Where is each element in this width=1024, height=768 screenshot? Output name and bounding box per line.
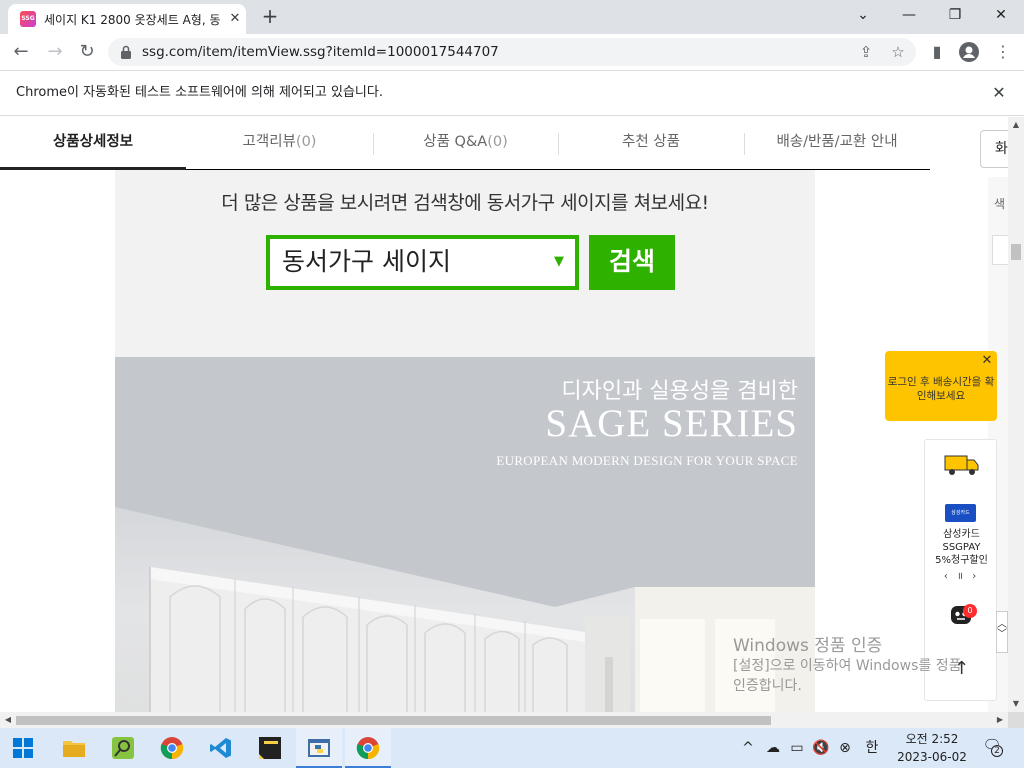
tab-label: 배송/반품/교환 안내 bbox=[776, 134, 898, 150]
promo-carousel-controls: ‹ ॥ › bbox=[925, 568, 998, 582]
activation-watermark-text: [설정]으로 이동하여 Windows를 정품 인증합니다. bbox=[733, 656, 961, 696]
banner-subtitle: EUROPEAN MODERN DESIGN FOR YOUR SPACE bbox=[496, 453, 798, 468]
side-panel-icon[interactable]: ▮ bbox=[922, 37, 952, 67]
sticky-notes-icon[interactable] bbox=[247, 728, 293, 768]
card-promo-line: 삼성카드 bbox=[943, 529, 980, 540]
tab-close-icon[interactable]: ✕ bbox=[226, 10, 244, 28]
horizontal-scroll-thumb[interactable] bbox=[16, 716, 771, 725]
profile-avatar-icon[interactable] bbox=[954, 37, 984, 67]
tab-product-detail[interactable]: 상품상세정보 bbox=[0, 117, 186, 170]
tab-title: 세이지 K1 2800 옷장세트 A형, 동서가구 bbox=[44, 13, 220, 27]
scroll-up-arrow-icon[interactable]: ▲ bbox=[1008, 117, 1024, 133]
reload-icon[interactable]: ↻ bbox=[72, 37, 102, 67]
taskbar-clock[interactable]: 오전 2:52 2023-06-02 bbox=[896, 730, 968, 766]
infobar-close-icon[interactable]: ✕ bbox=[986, 71, 1012, 115]
file-explorer-icon[interactable] bbox=[51, 728, 97, 768]
windows-logo-icon bbox=[13, 738, 33, 758]
product-tab-menu: 상품상세정보 고객리뷰(0) 상품 Q&A(0) 추천 상품 배송/반품/교환 … bbox=[0, 117, 930, 170]
lock-icon[interactable] bbox=[120, 44, 132, 60]
prev-icon[interactable]: ‹ bbox=[944, 571, 951, 582]
banner-title: SAGE SERIES bbox=[545, 402, 798, 445]
scroll-down-arrow-icon[interactable]: ▼ bbox=[1008, 696, 1024, 712]
side-select[interactable] bbox=[992, 235, 1008, 265]
watermark-line: [설정]으로 이동하여 Windows를 정품 bbox=[733, 658, 962, 674]
forward-icon[interactable]: → bbox=[40, 37, 70, 67]
vscode-icon[interactable] bbox=[198, 728, 244, 768]
scrollbar-corner bbox=[1008, 712, 1024, 728]
automation-infobar: Chrome이 자동화된 테스트 소프트웨어에 의해 제어되고 있습니다. ✕ bbox=[0, 70, 1024, 116]
close-window-button[interactable]: ✕ bbox=[978, 0, 1024, 30]
page-viewport: 상품상세정보 고객리뷰(0) 상품 Q&A(0) 추천 상품 배송/반품/교환 … bbox=[0, 117, 1008, 712]
card-promo-text[interactable]: 삼성카드 SSGPAY 5%청구할인 bbox=[925, 528, 998, 567]
address-bar[interactable]: ssg.com/item/itemView.ssg?itemId=1000017… bbox=[108, 38, 916, 66]
samsung-card-icon[interactable]: 삼성카드 bbox=[945, 504, 976, 522]
clock-time: 오전 2:52 bbox=[905, 732, 959, 746]
tab-label: 고객리뷰 bbox=[242, 134, 296, 150]
tab-search-icon[interactable]: ⌄ bbox=[840, 0, 886, 30]
notification-count: 2 bbox=[991, 745, 1003, 757]
delivery-truck-icon[interactable] bbox=[944, 450, 980, 478]
tab-label: 상품상세정보 bbox=[52, 134, 134, 150]
scroll-right-arrow-icon[interactable]: ▶ bbox=[992, 712, 1008, 728]
search-promo-box: 더 많은 상품을 보시려면 검색창에 동서가구 세이지를 쳐보세요! 동서가구 … bbox=[115, 170, 815, 357]
browser-toolbar: ← → ↻ ssg.com/item/itemView.ssg?itemId=1… bbox=[0, 34, 1024, 70]
volume-muted-icon[interactable]: 🔇 bbox=[810, 728, 832, 768]
card-promo-line: 5%청구할인 bbox=[935, 555, 988, 566]
ime-indicator[interactable]: 한 bbox=[860, 728, 884, 768]
scroll-left-arrow-icon[interactable]: ◀ bbox=[0, 712, 16, 728]
url-text[interactable]: ssg.com/item/itemView.ssg?itemId=1000017… bbox=[142, 38, 499, 66]
network-icon[interactable]: ▭ bbox=[786, 728, 808, 768]
side-button[interactable]: 화 bbox=[980, 130, 1008, 168]
chrome-active-icon[interactable] bbox=[345, 728, 391, 768]
search-keyword-select[interactable]: 동서가구 세이지 ▼ bbox=[266, 235, 579, 290]
side-label: 색 bbox=[994, 197, 1006, 211]
tab-count: (0) bbox=[487, 134, 508, 150]
select-value: 동서가구 세이지 bbox=[282, 247, 451, 276]
clock-date: 2023-06-02 bbox=[897, 750, 967, 764]
watermark-line: 인증합니다. bbox=[733, 678, 802, 694]
search-button[interactable]: 검색 bbox=[589, 235, 675, 290]
notification-center-icon[interactable]: 🗨 2 bbox=[978, 736, 1006, 760]
restore-button[interactable]: ❐ bbox=[932, 0, 978, 30]
start-button[interactable] bbox=[0, 728, 46, 768]
bookmark-star-icon[interactable]: ☆ bbox=[886, 38, 910, 66]
infobar-text: Chrome이 자동화된 테스트 소프트웨어에 의해 제어되고 있습니다. bbox=[16, 85, 383, 100]
pause-icon[interactable]: ॥ bbox=[957, 571, 966, 582]
next-icon[interactable]: › bbox=[972, 571, 979, 582]
maps-app-icon[interactable] bbox=[100, 728, 146, 768]
vertical-scrollbar[interactable]: ▲ ▼ bbox=[1008, 117, 1024, 712]
blocked-icon[interactable]: ⊗ bbox=[834, 728, 856, 768]
search-promo-message: 더 많은 상품을 보시려면 검색창에 동서가구 세이지를 쳐보세요! bbox=[221, 192, 709, 214]
back-icon[interactable]: ← bbox=[6, 37, 36, 67]
chatbot-badge: 0 bbox=[963, 604, 977, 618]
dropdown-arrow-icon: ▼ bbox=[554, 254, 564, 269]
activation-watermark-title: Windows 정품 인증 bbox=[733, 636, 883, 656]
vertical-scroll-thumb[interactable] bbox=[1011, 244, 1021, 260]
browser-tab[interactable]: SSG 세이지 K1 2800 옷장세트 A형, 동서가구 ✕ bbox=[8, 4, 246, 34]
minimize-button[interactable]: — bbox=[886, 0, 932, 30]
tab-label: 상품 Q&A bbox=[423, 134, 488, 150]
tooltip-text: 로그인 후 배송시간을 확인해보세요 bbox=[887, 376, 995, 402]
chrome-icon[interactable] bbox=[149, 728, 195, 768]
tab-qna[interactable]: 상품 Q&A(0) bbox=[373, 117, 558, 170]
new-tab-button[interactable]: + bbox=[258, 5, 282, 29]
sage-series-banner: 디자인과 실용성을 겸비한 SAGE SERIES EUROPEAN MODER… bbox=[115, 357, 815, 712]
tab-recommended[interactable]: 추천 상품 bbox=[558, 117, 744, 170]
tab-reviews[interactable]: 고객리뷰(0) bbox=[186, 117, 373, 170]
show-hidden-icons-icon[interactable]: ^ bbox=[738, 728, 758, 768]
tab-count: (0) bbox=[295, 134, 317, 150]
onedrive-sync-icon[interactable]: ☁ bbox=[762, 728, 784, 768]
tooltip-close-icon[interactable]: ✕ bbox=[977, 351, 997, 371]
tab-shipping-info[interactable]: 배송/반품/교환 안내 bbox=[744, 117, 930, 170]
card-promo-line: SSGPAY bbox=[942, 542, 981, 553]
chevron-down-icon[interactable]: ︿ ﹀ bbox=[996, 611, 1008, 653]
share-icon[interactable]: ⇪ bbox=[854, 38, 878, 66]
windows-taskbar: ^ ☁ ▭ 🔇 ⊗ 한 오전 2:52 2023-06-02 🗨 2 bbox=[0, 728, 1024, 768]
tab-label: 추천 상품 bbox=[622, 134, 680, 150]
ssg-favicon-icon: SSG bbox=[20, 11, 36, 27]
chrome-menu-icon[interactable]: ⋮ bbox=[988, 37, 1018, 67]
python-app-icon[interactable] bbox=[296, 728, 342, 768]
tab-strip: SSG 세이지 K1 2800 옷장세트 A형, 동서가구 ✕ + ⌄ — ❐ … bbox=[0, 0, 1024, 34]
login-delivery-tooltip: ✕ 로그인 후 배송시간을 확인해보세요 bbox=[885, 351, 997, 421]
